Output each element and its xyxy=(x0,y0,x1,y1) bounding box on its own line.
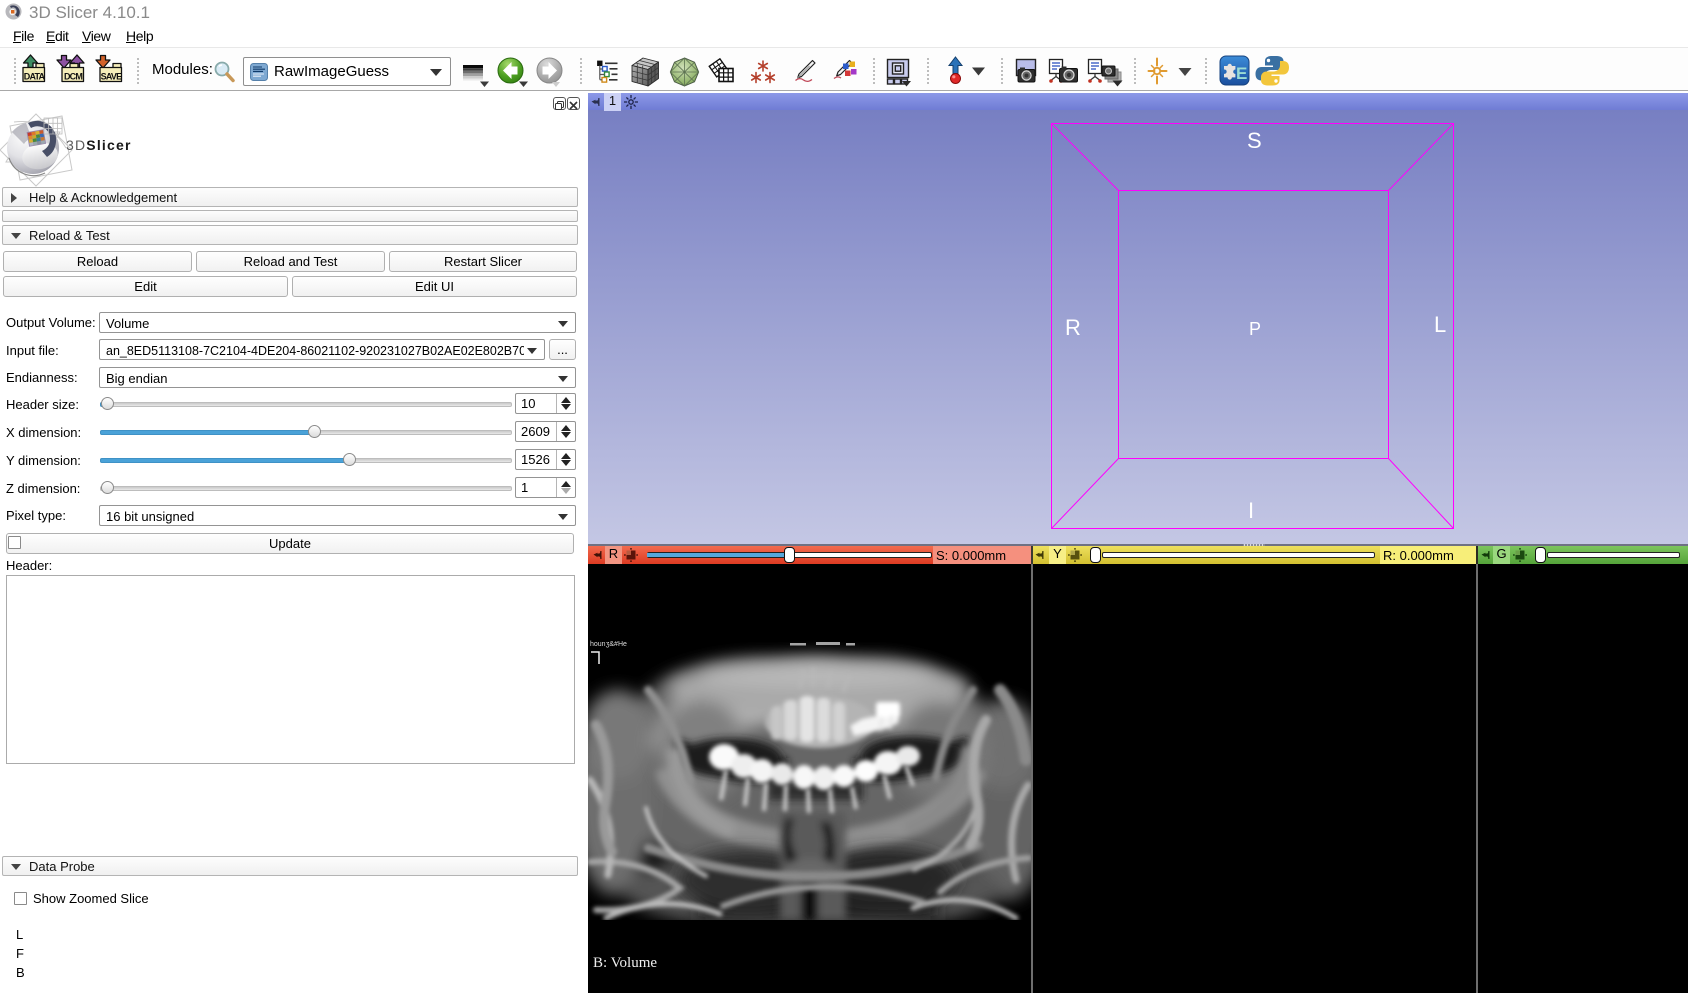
svg-text:SAVE: SAVE xyxy=(101,72,122,82)
svg-text:DATA: DATA xyxy=(24,72,46,82)
svg-text:3DSlicer: 3DSlicer xyxy=(66,137,132,153)
svg-text:hounʒ&#He: hounʒ&#He xyxy=(590,641,627,648)
svg-text:E: E xyxy=(1236,64,1247,83)
svg-text:DCM: DCM xyxy=(64,72,82,82)
